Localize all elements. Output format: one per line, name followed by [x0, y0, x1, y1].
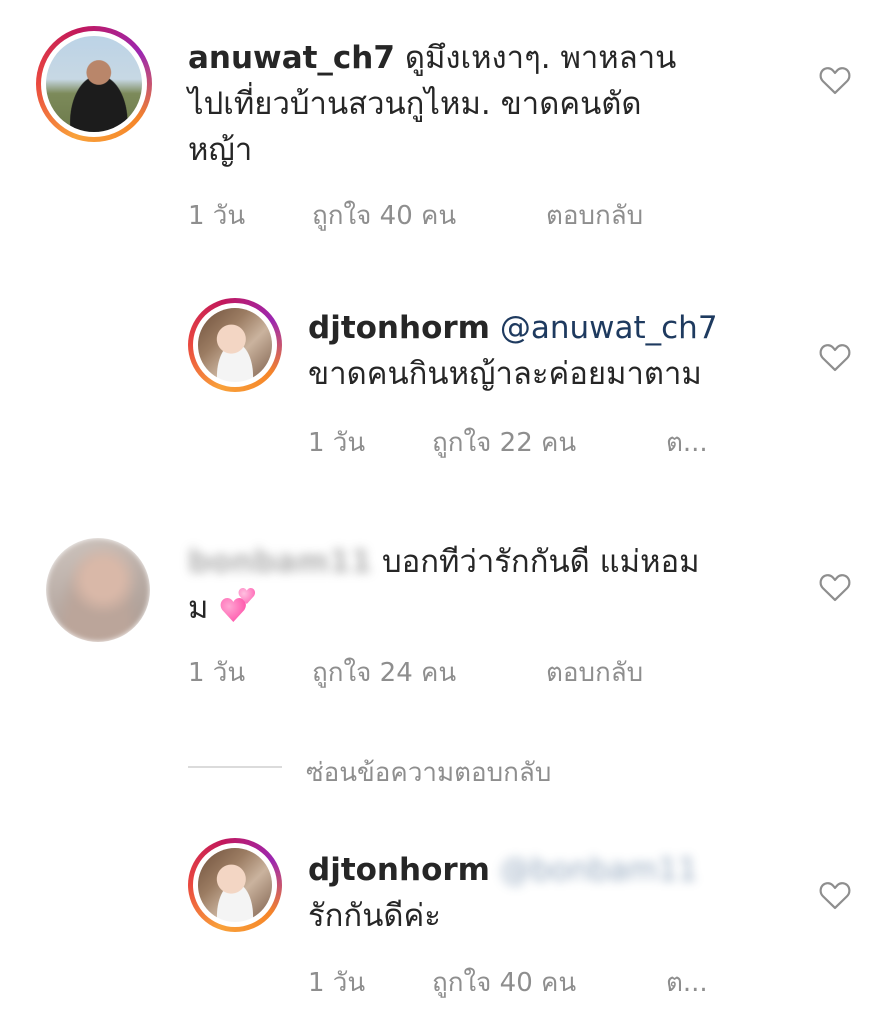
comment-body: djtonhorm @anuwat_ch7 [308, 306, 718, 350]
comment-time: 1 วัน [188, 201, 246, 231]
avatar[interactable] [46, 538, 150, 642]
avatar-photo [198, 848, 272, 922]
reply-button[interactable]: ต... [666, 962, 708, 1003]
comment-text: บอกทีว่ารักกันดี แม่หอม [381, 544, 700, 580]
comment-body: anuwat_ch7 ดูมึงเหงาๆ. พาหลาน [188, 36, 676, 80]
comment-username[interactable]: djtonhorm [308, 310, 490, 346]
comment-text-line: ม [188, 586, 254, 630]
comment-likes[interactable]: ถูกใจ 22 คน [432, 422, 576, 463]
avatar[interactable] [188, 298, 282, 392]
comment-time: 1 วัน [188, 658, 246, 688]
comment-text-line: ไปเที่ยวบ้านสวนกูไหม. ขาดคนตัด [188, 86, 642, 122]
comment-time: 1 วัน [308, 428, 366, 458]
mention-link[interactable]: @bonbam11 [500, 848, 698, 892]
avatar-photo [46, 538, 150, 642]
avatar[interactable] [36, 26, 152, 142]
reply-button[interactable]: ตอบกลับ [546, 195, 643, 236]
comment-likes[interactable]: ถูกใจ 40 คน [312, 195, 456, 236]
reply-button[interactable]: ต... [666, 422, 708, 463]
comment-text: ม [188, 590, 209, 626]
comment-body: bonbam11 บอกทีว่ารักกันดี แม่หอม [188, 540, 700, 584]
two-hearts-emoji [218, 590, 254, 622]
heart-outline-icon[interactable] [818, 880, 852, 910]
comments-list: anuwat_ch7 ดูมึงเหงาๆ. พาหลาน ไปเที่ยวบ้… [0, 0, 890, 1024]
comment-text-line: ขาดคนกินหญ้าละค่อยมาตาม [308, 356, 702, 392]
avatar[interactable] [188, 838, 282, 932]
divider [188, 766, 282, 768]
mention-link[interactable]: @anuwat_ch7 [500, 310, 718, 346]
heart-outline-icon[interactable] [818, 65, 852, 95]
comment-text-line: หญ้า [188, 132, 253, 168]
comment-time: 1 วัน [308, 968, 366, 998]
heart-outline-icon[interactable] [818, 342, 852, 372]
comment-username[interactable]: djtonhorm [308, 852, 490, 888]
comment-text: ดูมึงเหงาๆ. พาหลาน [404, 40, 677, 76]
heart-outline-icon[interactable] [818, 572, 852, 602]
comment-text-line: รักกันดีค่ะ [308, 898, 441, 934]
comment-body: djtonhorm @bonbam11 [308, 848, 697, 892]
comment-username[interactable]: bonbam11 [188, 540, 372, 584]
avatar-photo [198, 308, 272, 382]
comment-likes[interactable]: ถูกใจ 40 คน [432, 962, 576, 1003]
comment-likes[interactable]: ถูกใจ 24 คน [312, 652, 456, 693]
avatar-photo [46, 36, 142, 132]
comment-username[interactable]: anuwat_ch7 [188, 40, 395, 76]
reply-button[interactable]: ตอบกลับ [546, 652, 643, 693]
hide-replies-button[interactable]: ซ่อนข้อความตอบกลับ [306, 752, 551, 793]
